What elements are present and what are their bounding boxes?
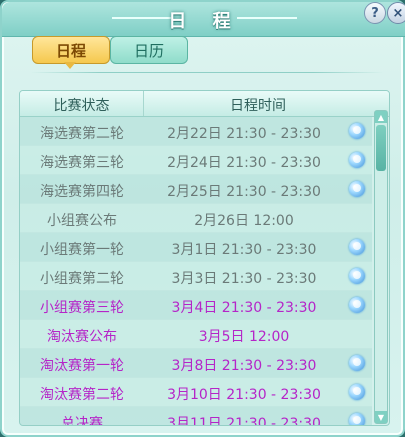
row-event-name: 小组赛第一轮 (40, 242, 124, 258)
globe-icon[interactable] (349, 297, 365, 313)
globe-icon[interactable] (349, 123, 365, 139)
row-event-time: 2月24日 21:30 - 23:30 (167, 155, 321, 171)
row-event-time: 3月3日 21:30 - 23:30 (171, 271, 317, 287)
schedule-window: 日 程 ? × 日程 日历 比赛状态 日程时间 海选赛第二轮 2月22日 21:3… (0, 0, 405, 437)
globe-icon[interactable] (349, 181, 365, 197)
active-tab-pointer-icon (64, 62, 76, 69)
table-row[interactable]: 海选赛第二轮 2月22日 21:30 - 23:30 (20, 117, 372, 146)
globe-icon[interactable] (349, 239, 365, 255)
row-event-time: 2月25日 21:30 - 23:30 (167, 184, 321, 200)
row-event-time: 3月4日 21:30 - 23:30 (171, 300, 317, 316)
header-time: 日程时间 (230, 98, 286, 114)
schedule-rows: 海选赛第二轮 2月22日 21:30 - 23:30 海选赛第三轮 2月24日 21:… (20, 117, 372, 426)
row-event-time: 3月10日 21:30 - 23:30 (167, 387, 321, 403)
table-row[interactable]: 小组赛第二轮 3月3日 21:30 - 23:30 (20, 262, 372, 291)
row-event-name: 淘汰赛公布 (47, 329, 117, 345)
row-event-time: 2月26日 12:00 (194, 213, 294, 229)
close-button[interactable]: × (387, 2, 405, 24)
globe-icon[interactable] (349, 384, 365, 400)
globe-icon[interactable] (349, 152, 365, 168)
row-event-name: 小组赛公布 (47, 213, 117, 229)
row-event-time: 3月5日 12:00 (198, 329, 290, 345)
table-header: 比赛状态 日程时间 (20, 91, 389, 117)
title-bar: 日 程 (2, 2, 405, 37)
title-ornament-right (237, 17, 297, 19)
tab-calendar[interactable]: 日历 (110, 36, 188, 64)
table-row[interactable]: 淘汰赛第一轮 3月8日 21:30 - 23:30 (20, 349, 372, 378)
table-row[interactable]: 小组赛公布 2月26日 12:00 (20, 204, 372, 233)
row-event-time: 3月11日 21:30 - 23:30 (167, 416, 321, 426)
row-event-name: 小组赛第二轮 (40, 271, 124, 287)
table-row[interactable]: 淘汰赛第二轮 3月10日 21:30 - 23:30 (20, 378, 372, 407)
header-status: 比赛状态 (53, 98, 110, 114)
help-button[interactable]: ? (364, 2, 386, 24)
row-event-name: 海选赛第四轮 (40, 184, 124, 200)
tabs-divider (30, 72, 384, 73)
table-row[interactable]: 淘汰赛公布 3月5日 12:00 (20, 320, 372, 349)
scroll-down-arrow-icon[interactable]: ▼ (375, 411, 387, 423)
scroll-up-arrow-icon[interactable]: ▲ (375, 111, 387, 123)
table-row[interactable]: 总决赛 3月11日 21:30 - 23:30 (20, 407, 372, 426)
globe-icon[interactable] (349, 413, 365, 425)
globe-icon[interactable] (349, 268, 365, 284)
row-event-name: 海选赛第三轮 (40, 155, 124, 171)
scroll-thumb[interactable] (376, 125, 386, 171)
tab-schedule[interactable]: 日程 (32, 36, 110, 64)
table-row[interactable]: 小组赛第三轮 3月4日 21:30 - 23:30 (20, 291, 372, 320)
schedule-table: 比赛状态 日程时间 海选赛第二轮 2月22日 21:30 - 23:30 海选赛第三… (19, 90, 390, 426)
scrollbar[interactable]: ▲ ▼ (374, 110, 388, 424)
table-row[interactable]: 小组赛第一轮 3月1日 21:30 - 23:30 (20, 233, 372, 262)
row-event-time: 3月8日 21:30 - 23:30 (171, 358, 317, 374)
row-event-name: 淘汰赛第二轮 (40, 387, 124, 403)
window-title: 日 程 (168, 11, 241, 32)
row-event-name: 小组赛第三轮 (40, 300, 124, 316)
row-event-time: 2月22日 21:30 - 23:30 (167, 126, 321, 142)
row-event-name: 总决赛 (61, 416, 103, 426)
table-row[interactable]: 海选赛第四轮 2月25日 21:30 - 23:30 (20, 175, 372, 204)
row-event-name: 海选赛第二轮 (40, 126, 124, 142)
row-event-time: 3月1日 21:30 - 23:30 (171, 242, 317, 258)
table-row[interactable]: 海选赛第三轮 2月24日 21:30 - 23:30 (20, 146, 372, 175)
row-event-name: 淘汰赛第一轮 (40, 358, 124, 374)
globe-icon[interactable] (349, 355, 365, 371)
